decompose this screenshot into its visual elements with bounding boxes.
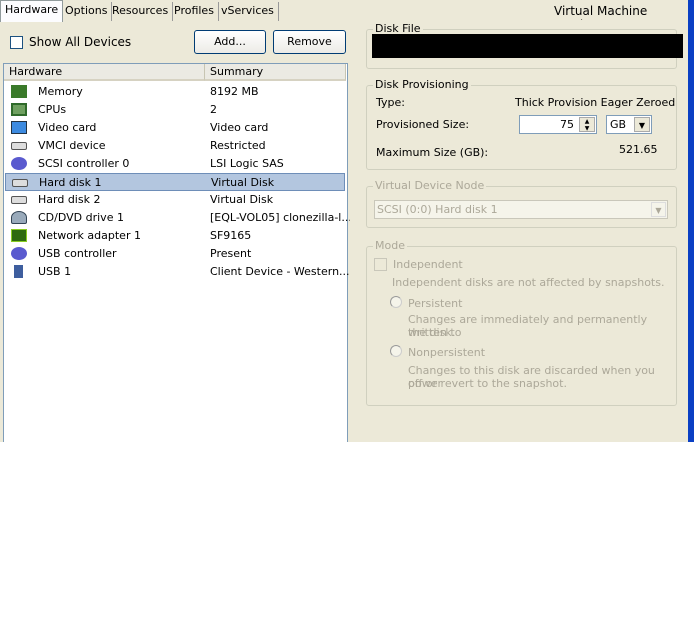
type-label: Type:	[376, 96, 405, 109]
disk-provisioning-title: Disk Provisioning	[373, 78, 471, 91]
tab-hardware[interactable]: Hardware	[0, 0, 64, 22]
type-value: Thick Provision Eager Zeroed	[515, 96, 676, 109]
list-item[interactable]: CPUs 2	[5, 101, 345, 119]
hardware-summary: Restricted	[210, 139, 266, 152]
hardware-name: Network adapter 1	[38, 229, 141, 242]
list-item[interactable]: Video card Video card	[5, 119, 345, 137]
nonpersistent-description-2: off or revert to the snapshot.	[408, 377, 567, 390]
hardware-name: Memory	[38, 85, 83, 98]
list-item[interactable]: Hard disk 2 Virtual Disk	[5, 191, 345, 209]
tab-options[interactable]: Options	[61, 2, 113, 21]
independent-checkbox[interactable]	[374, 258, 387, 271]
hardware-name: CPUs	[38, 103, 67, 116]
list-item[interactable]: Hard disk 1 Virtual Disk	[5, 173, 345, 191]
memory-icon	[11, 85, 27, 98]
hardware-name: Video card	[38, 121, 97, 134]
nonpersistent-radio[interactable]	[390, 345, 402, 357]
device-icon	[11, 142, 27, 150]
column-header-hardware[interactable]: Hardware	[4, 64, 205, 81]
scsi-controller-icon	[11, 157, 27, 170]
virtual-device-node-select[interactable]: SCSI (0:0) Hard disk 1 ▼	[374, 200, 668, 219]
hardware-summary: Client Device - Western...	[210, 265, 350, 278]
hard-disk-icon	[12, 179, 28, 187]
hardware-name: Hard disk 1	[39, 176, 102, 189]
hardware-list[interactable]: Hardware Summary Memory 8192 MB CPUs 2 Video…	[3, 63, 352, 442]
persistent-description-2: the disk.	[408, 326, 456, 339]
provisioned-size-spinner[interactable]: 75 ▲ ▼	[519, 115, 597, 134]
usb-controller-icon	[11, 247, 27, 260]
max-size-label: Maximum Size (GB):	[376, 146, 489, 159]
hardware-summary: Virtual Disk	[211, 176, 275, 189]
disk-file-path-redacted	[372, 34, 683, 58]
hardware-name: VMCI device	[38, 139, 106, 152]
hard-disk-icon	[11, 196, 27, 204]
monitor-icon	[11, 121, 27, 134]
independent-description: Independent disks are not affected by sn…	[392, 276, 665, 289]
add-button[interactable]: Add...	[194, 30, 266, 54]
hardware-name: USB 1	[38, 265, 72, 278]
window-border	[688, 0, 694, 442]
chevron-down-icon[interactable]: ▼	[634, 117, 650, 132]
show-all-devices-label: Show All Devices	[29, 35, 132, 49]
hardware-summary: 8192 MB	[210, 85, 259, 98]
independent-label: Independent	[393, 258, 463, 271]
tab-resources[interactable]: Resources	[108, 2, 174, 21]
hardware-name: USB controller	[38, 247, 117, 260]
max-size-value: 521.65	[619, 143, 658, 156]
list-item[interactable]: SCSI controller 0 LSI Logic SAS	[5, 155, 345, 173]
mode-title: Mode	[373, 239, 407, 252]
hardware-summary: Virtual Disk	[210, 193, 274, 206]
list-item[interactable]: CD/DVD drive 1 [EQL-VOL05] clonezilla-l..…	[5, 209, 352, 227]
persistent-label: Persistent	[408, 297, 463, 310]
list-item[interactable]: USB 1 Client Device - Western...	[5, 263, 350, 281]
list-item[interactable]: Memory 8192 MB	[5, 83, 345, 101]
tab-vservices[interactable]: vServices	[217, 2, 279, 21]
hardware-summary: SF9165	[210, 229, 252, 242]
nonpersistent-label: Nonpersistent	[408, 346, 486, 359]
spinner-arrows-icon[interactable]: ▲ ▼	[579, 117, 595, 132]
hardware-summary: 2	[210, 103, 217, 116]
hardware-name: SCSI controller 0	[38, 157, 130, 170]
persistent-radio[interactable]	[390, 296, 402, 308]
unit-value: GB	[610, 118, 627, 131]
remove-button[interactable]: Remove	[273, 30, 346, 54]
hardware-name: CD/DVD drive 1	[38, 211, 124, 224]
network-adapter-icon	[11, 229, 27, 242]
virtual-device-node-title: Virtual Device Node	[373, 179, 487, 192]
hardware-summary: [EQL-VOL05] clonezilla-l...	[210, 211, 352, 224]
usb-device-icon	[14, 265, 23, 278]
list-item[interactable]: VMCI device Restricted	[5, 137, 345, 155]
provisioned-size-value: 75	[560, 118, 574, 131]
cpu-icon	[11, 103, 27, 116]
cd-drive-icon	[11, 211, 27, 224]
hardware-name: Hard disk 2	[38, 193, 101, 206]
provisioned-size-label: Provisioned Size:	[376, 118, 470, 131]
list-item[interactable]: Network adapter 1 SF9165	[5, 227, 345, 245]
unit-select[interactable]: GB ▼	[606, 115, 652, 134]
chevron-down-icon[interactable]: ▼	[651, 202, 666, 217]
column-header-summary[interactable]: Summary	[205, 64, 346, 81]
hardware-summary: LSI Logic SAS	[210, 157, 284, 170]
virtual-device-node-value: SCSI (0:0) Hard disk 1	[377, 203, 498, 216]
hardware-summary: Video card	[210, 121, 269, 134]
show-all-devices-checkbox[interactable]	[10, 36, 23, 49]
tab-profiles[interactable]: Profiles	[170, 2, 219, 21]
list-item[interactable]: USB controller Present	[5, 245, 345, 263]
vm-properties-window: Hardware Options Resources Profiles vSer…	[0, 0, 688, 442]
hardware-summary: Present	[210, 247, 252, 260]
